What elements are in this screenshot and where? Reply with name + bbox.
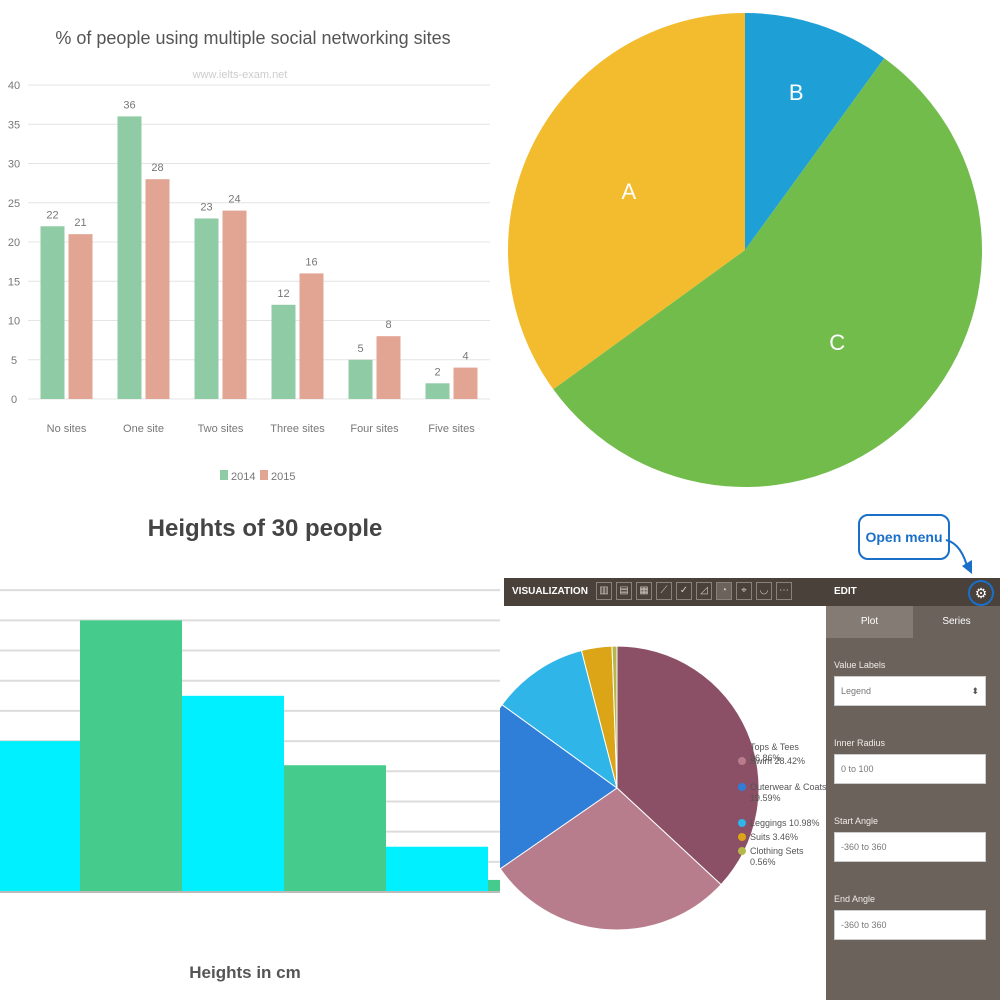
histogram-svg: Heights of 30 people Heights in cm [0, 515, 500, 982]
data-label: 16 [305, 256, 317, 268]
tab-plot[interactable]: Plot [826, 606, 913, 638]
y-tick-label: 40 [8, 80, 20, 92]
bar-2014-Four sites [348, 359, 373, 399]
chart-subtitle: www.ielts-exam.net [192, 69, 288, 81]
chart-title: % of people using multiple social networ… [55, 28, 450, 48]
start-angle-label: Start Angle [834, 816, 879, 826]
bar-2015-Four sites [376, 336, 401, 399]
pie-label-A: A [622, 179, 637, 204]
pie-chart-svg: B C A [508, 13, 982, 488]
legend-dot [738, 819, 746, 827]
data-label: 24 [228, 194, 240, 206]
data-label: 28 [151, 162, 163, 174]
x-tick-label: One site [123, 423, 164, 435]
legend-label: Swim 28.42% [750, 756, 806, 766]
data-label: 5 [357, 343, 363, 355]
histogram-bar [386, 846, 488, 892]
y-tick-label: 20 [8, 237, 20, 249]
y-tick-label: 30 [8, 159, 20, 171]
pie-label-C: C [829, 330, 845, 355]
bar-2015-One site [145, 179, 170, 399]
data-label: 36 [123, 99, 135, 111]
x-tick-label: No sites [47, 423, 87, 435]
legend-label: Clothing Sets 0.56% [750, 846, 804, 867]
bar-2014-One site [117, 116, 142, 400]
x-tick-label: Five sites [428, 423, 475, 435]
legend-swatch-2015 [260, 470, 268, 480]
x-tick-label: Four sites [350, 423, 399, 435]
bar-2015-Two sites [222, 210, 247, 399]
edit-title: EDIT [834, 586, 857, 597]
start-angle-input[interactable]: -360 to 360 [834, 832, 986, 862]
bar-2014-Two sites [194, 218, 219, 399]
x-tick-label: Three sites [270, 423, 325, 435]
bar-2015-No sites [68, 234, 93, 399]
data-label: 21 [74, 217, 86, 229]
x-tick-label: Two sites [198, 423, 244, 435]
y-tick-label: 35 [8, 119, 20, 131]
chevron-updown-icon: ⬍ [971, 686, 979, 696]
legend-label: 2014 [231, 471, 255, 483]
bar-2014-No sites [40, 226, 65, 399]
pie-label-B: B [789, 80, 804, 105]
visualization-editor: Open menu VISUALIZATION ▥ ▤ ▦ ⟋ ✓ ◿ ◔ ⌖ ◡ ⋯ EDIT … [500, 500, 1000, 1000]
bar-2015-Five sites [453, 367, 478, 399]
legend-item: Leggings 10.98% [738, 818, 828, 829]
value-labels-value: Legend [841, 686, 872, 696]
bar-2015-Three sites [299, 273, 324, 399]
value-labels-select[interactable]: Legend ⬍ [834, 676, 986, 706]
legend-item: Clothing Sets 0.56% [738, 846, 828, 868]
legend-dot [738, 743, 746, 751]
inner-radius-input[interactable]: 0 to 100 [834, 754, 986, 784]
tab-series[interactable]: Series [913, 606, 1000, 638]
data-label: 12 [277, 288, 289, 300]
data-label: 4 [462, 351, 468, 363]
legend-item: Suits 3.46% [738, 832, 828, 843]
legend-item: Swim 28.42% [738, 756, 828, 767]
histogram-bar [182, 695, 284, 892]
legend-label: Leggings 10.98% [750, 818, 820, 828]
bar-2014-Five sites [425, 383, 450, 399]
edit-tabs: Plot Series [826, 606, 1000, 638]
gear-icon[interactable]: ⚙ [968, 580, 994, 606]
legend-dot [738, 757, 746, 765]
legend-item: Outerwear & Coats 19.59% [738, 782, 828, 804]
legend-label: Suits 3.46% [750, 832, 799, 842]
y-tick-label: 5 [11, 355, 17, 367]
data-label: 8 [385, 319, 391, 331]
y-tick-label: 10 [8, 316, 20, 328]
histogram-bar [80, 620, 182, 892]
bar-chart-svg: % of people using multiple social networ… [8, 28, 490, 483]
legend-swatch-2014 [220, 470, 228, 480]
value-labels-label: Value Labels [834, 660, 886, 670]
legend-label: 2015 [271, 471, 295, 483]
chart-title: Heights of 30 people [148, 515, 383, 542]
data-label: 23 [200, 201, 212, 213]
histogram-bar [0, 741, 80, 892]
heights-chart: Heights of 30 people Heights in cm [0, 500, 500, 1000]
data-label: 22 [46, 209, 58, 221]
abc-pie-chart: B C A [500, 0, 1000, 500]
bar-2014-Three sites [271, 304, 296, 399]
end-angle-input[interactable]: -360 to 360 [834, 910, 986, 940]
histogram-bar [284, 765, 386, 892]
social-networking-chart: % of people using multiple social networ… [0, 0, 500, 500]
edit-header: EDIT ⚙ [826, 578, 1000, 606]
y-tick-label: 25 [8, 198, 20, 210]
y-tick-label: 0 [11, 394, 17, 406]
legend-dot [738, 847, 746, 855]
x-axis-label: Heights in cm [189, 963, 300, 982]
histogram-bar [488, 879, 500, 892]
legend-dot [738, 833, 746, 841]
legend-label: Outerwear & Coats 19.59% [750, 782, 827, 803]
edit-panel: EDIT ⚙ Plot Series Value Labels Legend ⬍… [826, 578, 1000, 1000]
inner-radius-label: Inner Radius [834, 738, 886, 748]
y-tick-label: 15 [8, 276, 20, 288]
end-angle-label: End Angle [834, 894, 876, 904]
legend-dot [738, 783, 746, 791]
data-label: 2 [434, 366, 440, 378]
